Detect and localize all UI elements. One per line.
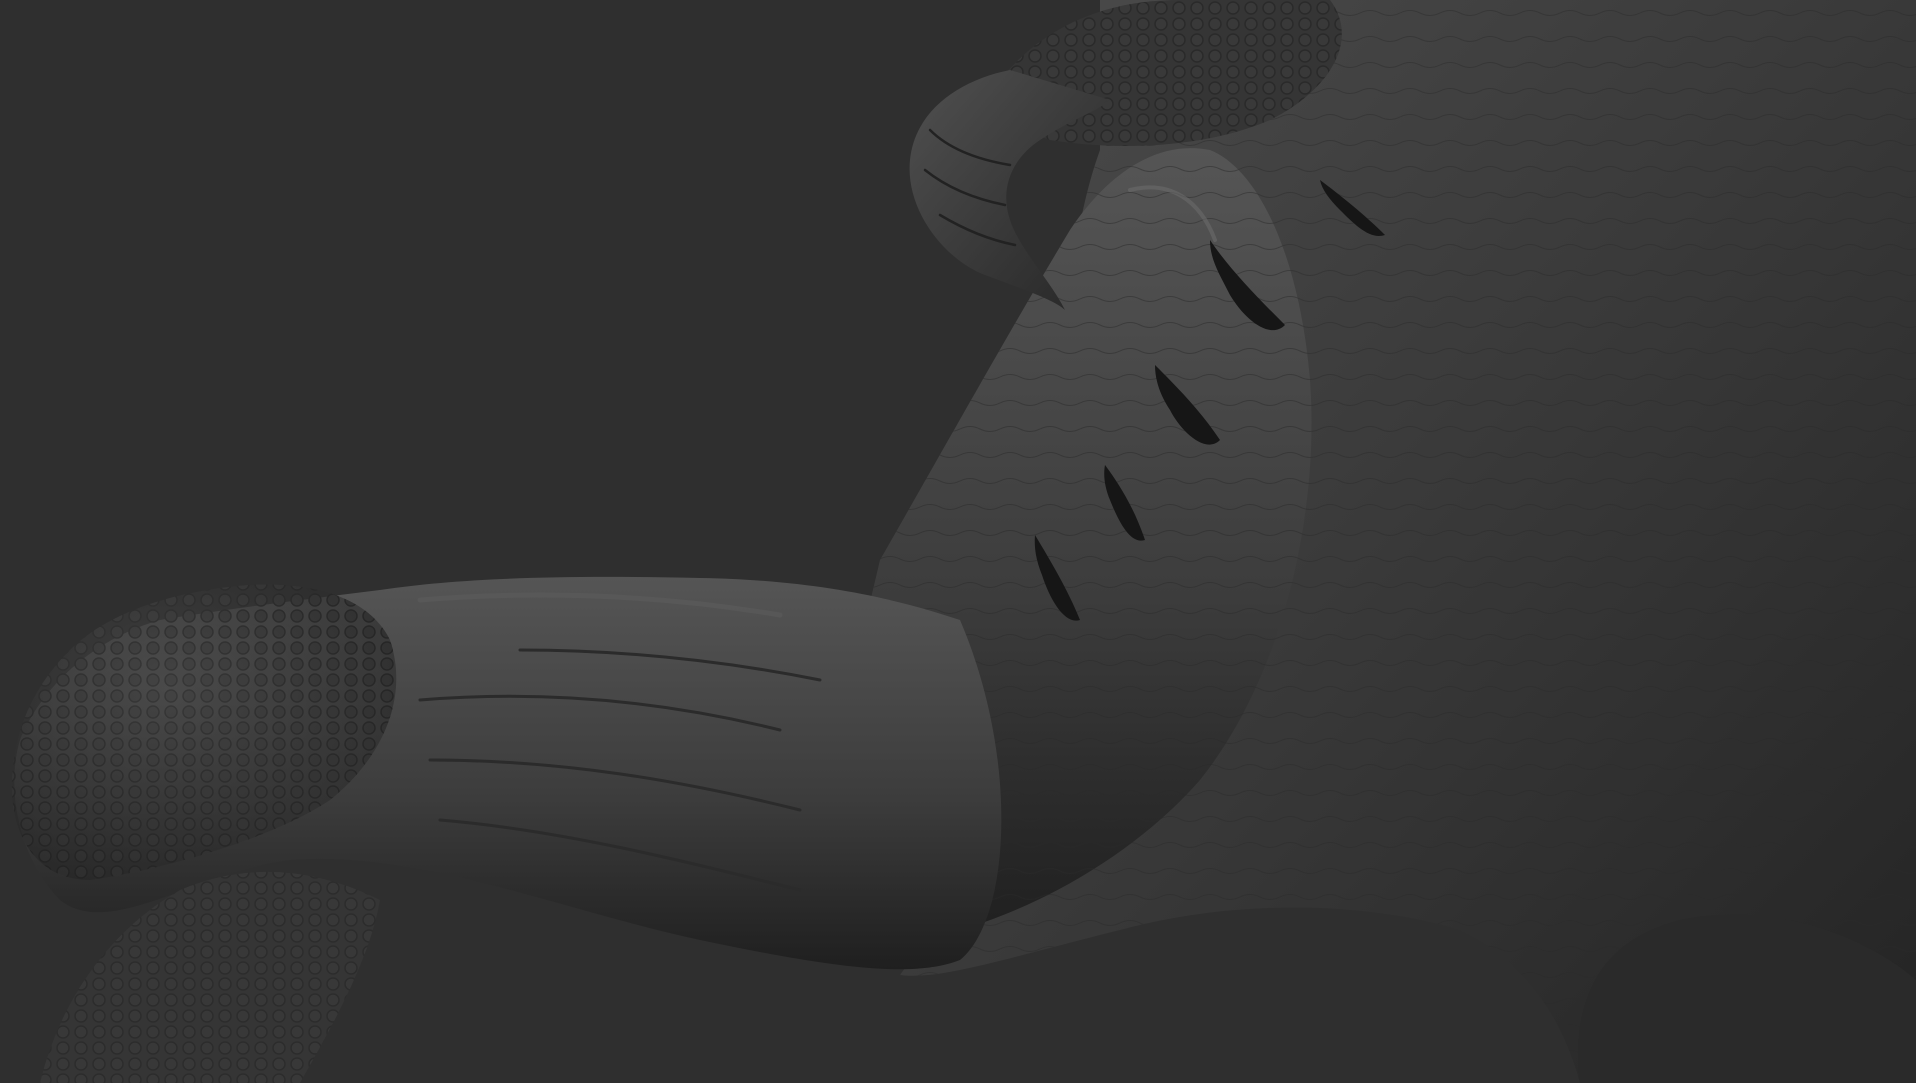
creature-sculpt-render [0,0,1916,1083]
render-viewport [0,0,1916,1083]
